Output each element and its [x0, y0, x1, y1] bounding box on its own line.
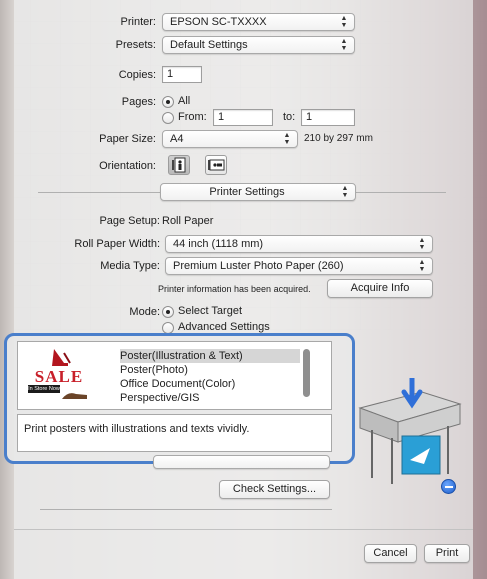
pages-from-label: From:	[178, 111, 207, 123]
printer-popup[interactable]: EPSON SC-TXXXX ▲ ▼	[162, 13, 355, 31]
orientation-label: Orientation:	[99, 160, 156, 172]
partial-popup[interactable]	[153, 455, 330, 469]
mode-advanced-label: Advanced Settings	[178, 321, 270, 333]
printer-illustration-icon	[352, 375, 467, 488]
target-list-item[interactable]: Poster(Photo)	[120, 363, 320, 377]
popup-arrows-icon: ▲ ▼	[283, 132, 291, 146]
portrait-button[interactable]	[168, 155, 190, 175]
mode-label: Mode:	[129, 306, 160, 318]
target-list-item[interactable]: Perspective/GIS	[120, 391, 320, 405]
poster-thumbnail-icon: SALE In Store Now	[24, 345, 94, 405]
target-list-scrollbar[interactable]	[303, 349, 310, 397]
mode-select-target-radio[interactable]	[162, 306, 174, 318]
roll-paper-width-label: Roll Paper Width:	[74, 238, 160, 250]
popup-arrows-icon: ▲ ▼	[341, 185, 349, 199]
landscape-icon	[208, 159, 225, 171]
paper-size-label: Paper Size:	[99, 133, 156, 145]
pages-to-label: to:	[283, 111, 296, 123]
media-type-value: Premium Luster Photo Paper (260)	[173, 260, 344, 272]
copies-field[interactable]: 1	[162, 66, 202, 83]
cancel-button[interactable]: Cancel	[364, 544, 417, 563]
portrait-icon	[172, 157, 186, 173]
bottom-separator	[40, 509, 332, 510]
roll-paper-width-popup[interactable]: 44 inch (1118 mm) ▲ ▼	[165, 235, 433, 253]
target-description: Print posters with illustrations and tex…	[17, 414, 332, 452]
pages-label: Pages:	[121, 96, 156, 108]
info-badge-icon[interactable]	[441, 479, 456, 494]
thumbnail-banner-text: In Store Now	[28, 385, 60, 393]
page-setup-value: Roll Paper	[162, 215, 214, 227]
check-settings-button[interactable]: Check Settings...	[219, 480, 330, 499]
target-list-item[interactable]: Office Document(Color)	[120, 377, 320, 391]
paper-size-popup[interactable]: A4 ▲ ▼	[162, 130, 298, 148]
section-popup[interactable]: Printer Settings ▲ ▼	[160, 183, 356, 201]
popup-arrows-icon: ▲ ▼	[418, 259, 426, 273]
target-list-item[interactable]: Poster(Illustration & Text)	[120, 349, 300, 363]
paper-size-value: A4	[170, 133, 184, 145]
printer-info-text: Printer information has been acquired.	[158, 284, 311, 294]
section-popup-value: Printer Settings	[209, 186, 285, 198]
background-left-strip	[0, 0, 14, 579]
thumbnail-sale-text: SALE	[34, 367, 84, 386]
popup-arrows-icon: ▲ ▼	[340, 38, 348, 52]
landscape-button[interactable]	[205, 155, 227, 175]
page-setup-label: Page Setup:	[99, 215, 160, 227]
paper-size-dims: 210 by 297 mm	[304, 133, 373, 144]
media-type-label: Media Type:	[100, 260, 160, 272]
print-button[interactable]: Print	[424, 544, 470, 563]
pages-all-radio[interactable]	[162, 96, 174, 108]
presets-popup[interactable]: Default Settings ▲ ▼	[162, 36, 355, 54]
footer-separator	[14, 529, 473, 530]
pages-all-label: All	[178, 95, 191, 107]
presets-value: Default Settings	[170, 39, 248, 51]
popup-arrows-icon: ▲ ▼	[340, 15, 348, 29]
printer-label: Printer:	[120, 16, 156, 28]
section-separator-left	[38, 192, 160, 193]
media-type-popup[interactable]: Premium Luster Photo Paper (260) ▲ ▼	[165, 257, 433, 275]
copies-label: Copies:	[118, 69, 156, 81]
pages-from-field[interactable]: 1	[213, 109, 273, 126]
acquire-info-button[interactable]: Acquire Info	[327, 279, 433, 298]
popup-arrows-icon: ▲ ▼	[418, 237, 426, 251]
mode-select-target-label: Select Target	[178, 305, 243, 317]
roll-paper-width-value: 44 inch (1118 mm)	[173, 238, 264, 250]
pages-to-field[interactable]: 1	[301, 109, 355, 126]
presets-label: Presets:	[115, 39, 156, 51]
pages-from-radio[interactable]	[162, 112, 174, 124]
section-separator-right	[356, 192, 446, 193]
printer-value: EPSON SC-TXXXX	[170, 16, 267, 28]
